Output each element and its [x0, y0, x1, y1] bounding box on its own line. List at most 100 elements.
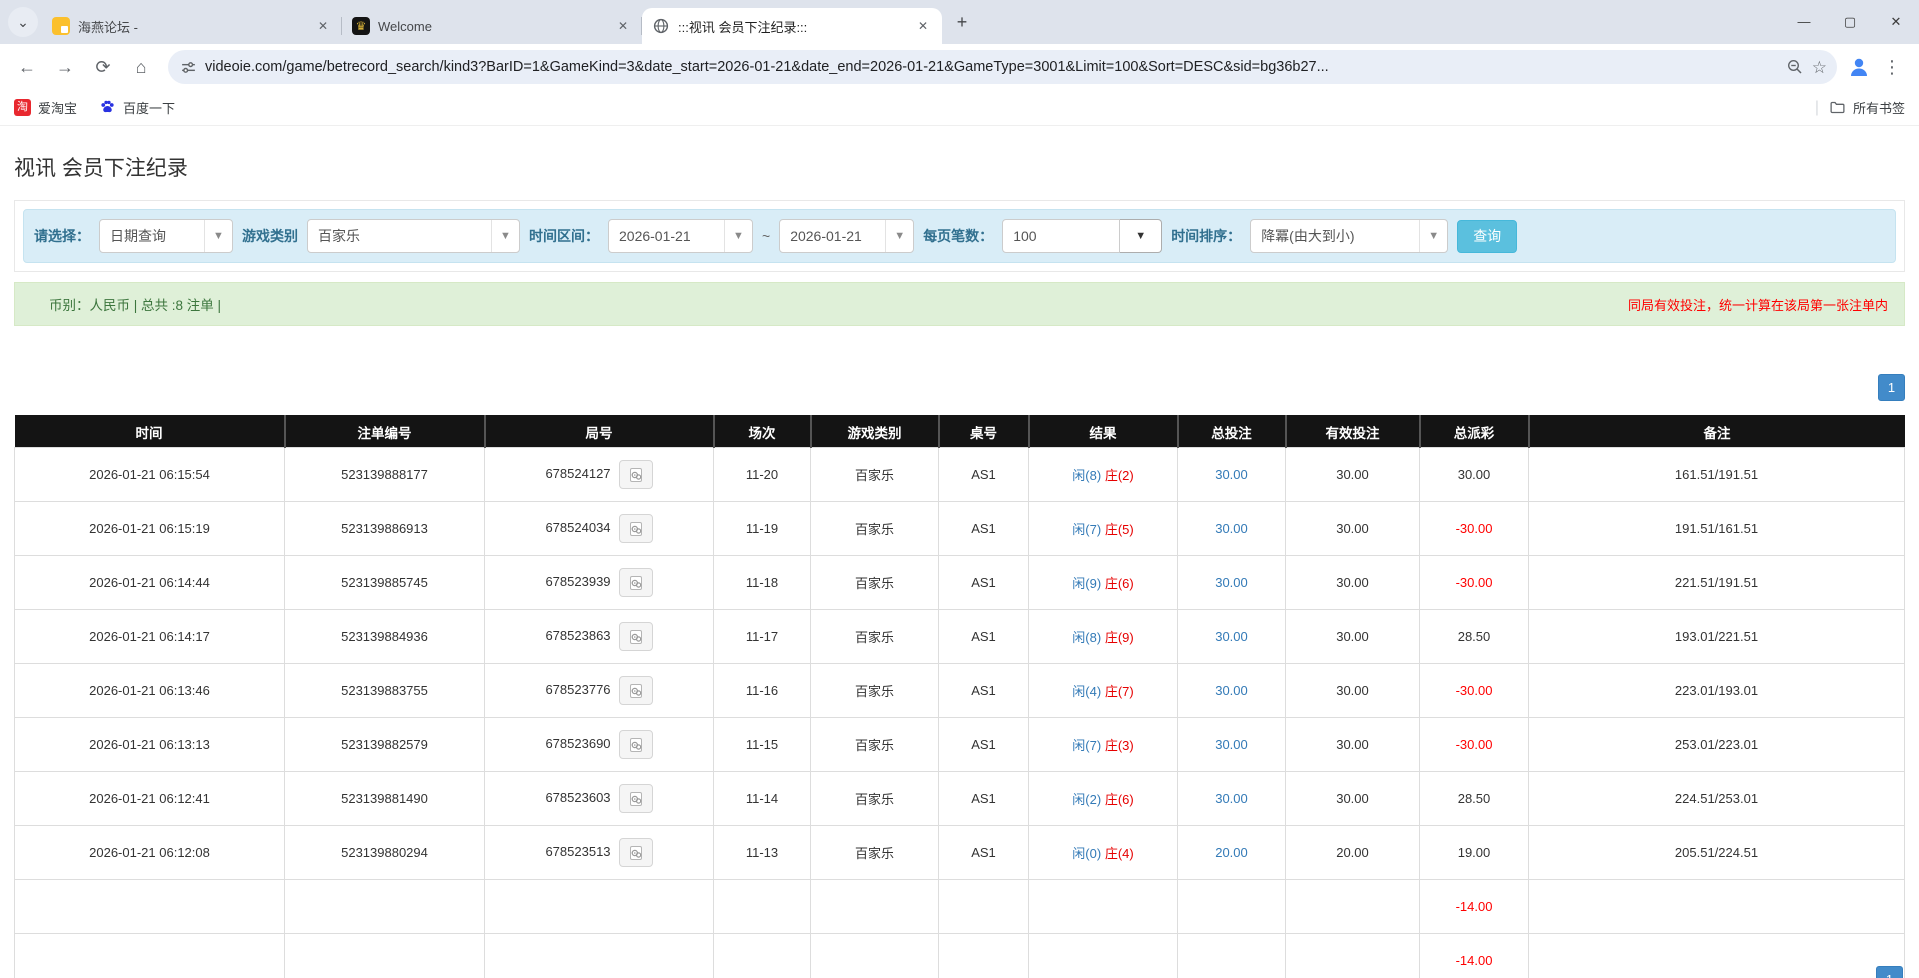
total-row-result: [1029, 934, 1178, 978]
sort-select[interactable]: 降冪(由大到小) ▼: [1250, 219, 1448, 253]
subtotal-row-payout: -14.00: [1420, 880, 1529, 934]
page-1-button[interactable]: 1: [1878, 374, 1905, 401]
close-tab-icon[interactable]: ✕: [314, 17, 332, 35]
game-kind-label: 游戏类别: [242, 226, 298, 246]
forward-icon[interactable]: →: [48, 50, 82, 84]
url-text[interactable]: videoie.com/game/betrecord_search/kind3?…: [205, 59, 1778, 75]
game-kind-value: 百家乐: [308, 220, 491, 252]
video-replay-button[interactable]: [619, 730, 653, 759]
subtotal-row-round: [485, 880, 714, 934]
cell-game-kind: 百家乐: [811, 826, 939, 880]
cell-payout: -30.00: [1420, 502, 1529, 556]
cell-valid-bet: 30.00: [1286, 772, 1420, 826]
globe-icon: [652, 17, 670, 35]
cell-session: 11-20: [714, 448, 811, 502]
filter-bar: 请选择： 日期查询 ▼ 游戏类别 百家乐 ▼ 时间区间： 2026-01-21 …: [23, 209, 1896, 263]
video-replay-button[interactable]: [619, 460, 653, 489]
close-tab-icon[interactable]: ✕: [914, 17, 932, 35]
table-header-row: 时间注单编号局号场次游戏类别桌号结果总投注有效投注总派彩备注: [15, 416, 1905, 448]
column-header-4: 游戏类别: [811, 416, 939, 448]
total-bet-link[interactable]: 30.00: [1215, 521, 1248, 536]
cell-time: 2026-01-21 06:14:17: [15, 610, 285, 664]
tab-title: Welcome: [378, 19, 606, 34]
close-window-button[interactable]: ✕: [1873, 0, 1919, 44]
minimize-button[interactable]: —: [1781, 0, 1827, 44]
cell-table-number: AS1: [939, 772, 1029, 826]
result-banker: 庄(7): [1105, 684, 1134, 699]
date-start-select[interactable]: 2026-01-21 ▼: [608, 219, 753, 253]
site-settings-icon[interactable]: [180, 59, 197, 76]
sort-value: 降冪(由大到小): [1251, 220, 1419, 252]
chevron-down-icon: ▼: [204, 220, 232, 252]
video-replay-button[interactable]: [619, 676, 653, 705]
result-player: 闲(7): [1072, 738, 1101, 753]
total-row-table-number: [939, 934, 1029, 978]
profile-avatar[interactable]: [1847, 55, 1871, 79]
date-end-value: 2026-01-21: [780, 220, 885, 252]
cell-table-number: AS1: [939, 448, 1029, 502]
close-tab-icon[interactable]: ✕: [614, 17, 632, 35]
cell-note: 191.51/161.51: [1529, 502, 1905, 556]
table-body: 2026-01-21 06:15:54523139888177678524127…: [15, 448, 1905, 978]
subtotal-row-count: 8: [285, 880, 485, 934]
video-replay-button[interactable]: [619, 838, 653, 867]
result-player: 闲(9): [1072, 576, 1101, 591]
game-kind-select[interactable]: 百家乐 ▼: [307, 219, 520, 253]
browser-tab-active[interactable]: :::视讯 会员下注纪录::: ✕: [642, 8, 942, 44]
address-bar[interactable]: videoie.com/game/betrecord_search/kind3?…: [168, 50, 1837, 84]
bookmark-taobao[interactable]: 淘 爱淘宝: [14, 98, 77, 117]
browser-tab-1[interactable]: 海燕论坛 - ✕: [42, 8, 342, 44]
home-icon[interactable]: ⌂: [124, 50, 158, 84]
column-header-3: 场次: [714, 416, 811, 448]
video-replay-button[interactable]: [619, 568, 653, 597]
total-bet-link[interactable]: 30.00: [1215, 629, 1248, 644]
date-end-select[interactable]: 2026-01-21 ▼: [779, 219, 914, 253]
cell-payout: 19.00: [1420, 826, 1529, 880]
menu-icon[interactable]: ⋮: [1875, 50, 1909, 84]
cell-bet-id: 523139886913: [285, 502, 485, 556]
total-row-game-kind: [811, 934, 939, 978]
maximize-button[interactable]: ▢: [1827, 0, 1873, 44]
cell-payout: -30.00: [1420, 556, 1529, 610]
new-tab-button[interactable]: +: [948, 8, 976, 36]
cell-payout: 28.50: [1420, 610, 1529, 664]
cell-table-number: AS1: [939, 556, 1029, 610]
cell-round: 678524034: [485, 502, 714, 556]
total-bet-link[interactable]: 20.00: [1215, 845, 1248, 860]
cell-table-number: AS1: [939, 610, 1029, 664]
cell-session: 11-13: [714, 826, 811, 880]
tab-search-button[interactable]: ⌄: [8, 7, 38, 37]
video-replay-button[interactable]: [619, 514, 653, 543]
total-bet-link[interactable]: 30.00: [1215, 467, 1248, 482]
bookmark-baidu[interactable]: 百度一下: [99, 98, 175, 117]
per-page-dropdown-button[interactable]: ▼: [1120, 219, 1162, 253]
video-replay-button[interactable]: [619, 784, 653, 813]
cell-time: 2026-01-21 06:15:19: [15, 502, 285, 556]
video-replay-button[interactable]: [619, 622, 653, 651]
browser-tab-2[interactable]: ♛ Welcome ✕: [342, 8, 642, 44]
cell-bet-id: 523139883755: [285, 664, 485, 718]
cell-total-bet: 30.00: [1178, 448, 1286, 502]
total-bet-link[interactable]: 30.00: [1215, 683, 1248, 698]
total-bet-link[interactable]: 30.00: [1215, 737, 1248, 752]
bookmark-star-icon[interactable]: ☆: [1812, 59, 1827, 76]
all-bookmarks-button[interactable]: 所有书签: [1829, 98, 1905, 117]
cell-total-bet: 20.00: [1178, 826, 1286, 880]
total-bet-link[interactable]: 30.00: [1215, 791, 1248, 806]
per-page-input[interactable]: [1002, 219, 1120, 253]
query-type-select[interactable]: 日期查询 ▼: [99, 219, 233, 253]
cell-time: 2026-01-21 06:12:41: [15, 772, 285, 826]
cell-result: 闲(8) 庄(9): [1029, 610, 1178, 664]
total-bet-link[interactable]: 30.00: [1215, 575, 1248, 590]
bet-records-table: 时间注单编号局号场次游戏类别桌号结果总投注有效投注总派彩备注 2026-01-2…: [14, 415, 1905, 978]
back-icon[interactable]: ←: [10, 50, 44, 84]
cell-note: 253.01/223.01: [1529, 718, 1905, 772]
cell-game-kind: 百家乐: [811, 772, 939, 826]
cell-session: 11-17: [714, 610, 811, 664]
reload-icon[interactable]: ⟳: [86, 50, 120, 84]
bookmarks-divider: |: [1815, 99, 1819, 117]
zoom-out-icon[interactable]: [1786, 58, 1804, 76]
subtotal-row-table-number: [939, 880, 1029, 934]
search-button[interactable]: 查询: [1457, 220, 1517, 253]
page-1-button-bottom[interactable]: 1: [1876, 966, 1903, 978]
